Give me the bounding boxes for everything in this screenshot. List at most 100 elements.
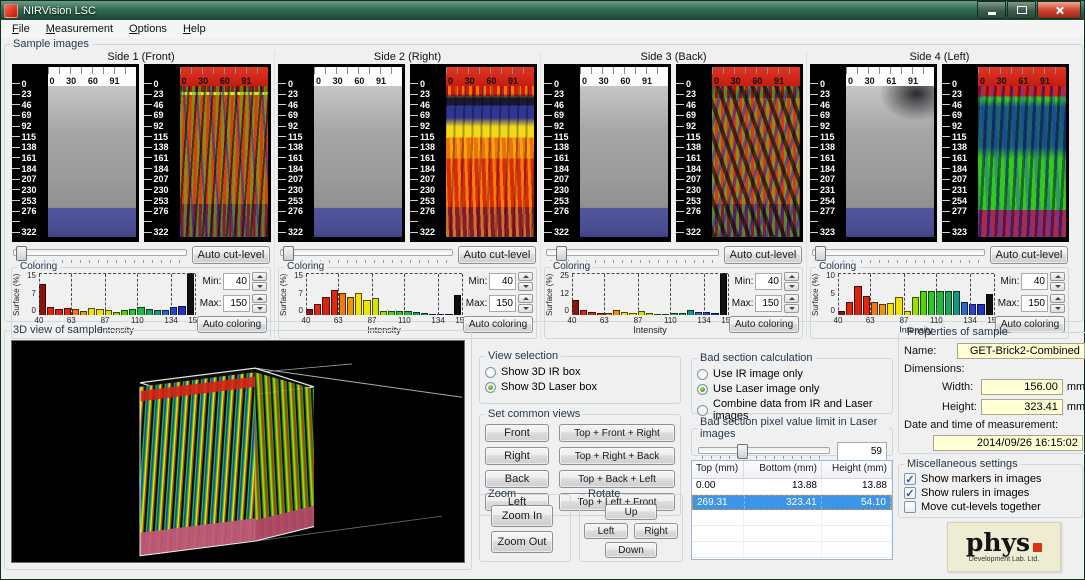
min-intensity-1-up-button[interactable] [252, 272, 267, 281]
ruler-tick: 322 [12, 228, 47, 237]
table-header-1[interactable]: Top (mm) [692, 461, 744, 478]
view-top-front-right-button[interactable]: Top + Front + Right [559, 424, 675, 442]
view-front-button[interactable]: Front [485, 424, 549, 442]
rotate-up-button[interactable]: Up [605, 504, 657, 520]
view-back-button[interactable]: Back [485, 470, 549, 488]
height-field[interactable]: 323.41 [981, 399, 1063, 415]
laser-image-4[interactable] [978, 86, 1066, 237]
bad-limit-slider[interactable] [697, 444, 831, 460]
minimize-button[interactable] [977, 1, 1006, 19]
ir-image-1[interactable] [48, 86, 136, 237]
slider-thumb[interactable] [16, 246, 27, 261]
ruler-tick: 92 [12, 122, 47, 131]
max-intensity-4-field[interactable]: 150 [1021, 295, 1048, 312]
table-empty-row[interactable] [692, 558, 892, 560]
view-selection-option-1[interactable]: Show 3D IR box [485, 366, 675, 378]
auto-cut-level-button-2[interactable]: Auto cut-level [458, 246, 536, 264]
min-intensity-2-up-button[interactable] [518, 272, 533, 281]
auto-coloring-button-3[interactable]: Auto coloring [729, 316, 799, 333]
3d-canvas[interactable] [11, 340, 465, 563]
bad-limit-value[interactable]: 59 [837, 442, 887, 461]
max-intensity-2-up-button[interactable] [518, 294, 533, 303]
zoom-in-button[interactable]: Zoom In [491, 505, 553, 527]
misc-checkbox-1[interactable]: ✓Show markers in images [904, 473, 1077, 485]
ruler-tick [676, 217, 711, 226]
auto-cut-level-button-1[interactable]: Auto cut-level [192, 246, 270, 264]
table-empty-row[interactable] [692, 510, 892, 526]
min-intensity-4-down-button[interactable] [1050, 282, 1065, 291]
rotate-left-button[interactable]: Left [584, 523, 628, 539]
min-intensity-1-down-button[interactable] [252, 282, 267, 291]
max-intensity-1-field[interactable]: 150 [223, 295, 250, 312]
histogram-bar [986, 294, 993, 315]
view-top-back-left-button[interactable]: Top + Back + Left [559, 470, 675, 488]
rotate-down-button[interactable]: Down [605, 542, 657, 558]
zoom-out-button[interactable]: Zoom Out [491, 531, 553, 553]
vertical-ruler: 023466992115138161184207230253276322 [410, 79, 445, 237]
max-intensity-4-up-button[interactable] [1050, 294, 1065, 303]
laser-image-3[interactable] [712, 86, 800, 237]
table-empty-row[interactable] [692, 542, 892, 558]
width-field[interactable]: 156.00 [981, 379, 1063, 395]
menu-file[interactable]: File [4, 22, 38, 36]
max-intensity-2-down-button[interactable] [518, 304, 533, 313]
view-top-right-back-button[interactable]: Top + Right + Back [559, 447, 675, 465]
laser-image-2[interactable] [446, 86, 534, 237]
table-row[interactable]: 269.31323.4154.10 [692, 495, 892, 510]
auto-cut-level-button-3[interactable]: Auto cut-level [724, 246, 802, 264]
ir-image-2[interactable] [314, 86, 402, 237]
min-intensity-1-field[interactable]: 40 [223, 273, 250, 290]
max-intensity-1-down-button[interactable] [252, 304, 267, 313]
view-selection-option-2[interactable]: Show 3D Laser box [485, 381, 675, 393]
laser-image-1[interactable] [180, 86, 268, 237]
view-right-button[interactable]: Right [485, 447, 549, 465]
min-intensity-3-up-button[interactable] [784, 272, 799, 281]
menu-options[interactable]: Options [121, 22, 175, 36]
max-intensity-3-down-button[interactable] [784, 304, 799, 313]
maximize-button[interactable] [1007, 1, 1036, 19]
max-intensity-3-up-button[interactable] [784, 294, 799, 303]
min-intensity-2-down-button[interactable] [518, 282, 533, 291]
rotate-right-button[interactable]: Right [634, 523, 678, 539]
bad-section-option-1[interactable]: Use IR image only [697, 368, 887, 380]
menu-help[interactable]: Help [175, 22, 214, 36]
slider-thumb[interactable] [283, 246, 294, 261]
close-button[interactable] [1037, 1, 1081, 19]
auto-coloring-button-2[interactable]: Auto coloring [463, 316, 533, 333]
ruler-label: 91 [376, 76, 386, 86]
misc-checkbox-2[interactable]: ✓Show rulers in images [904, 487, 1077, 499]
ruler-tick: 23 [278, 90, 313, 99]
max-intensity-2-field[interactable]: 150 [489, 295, 516, 312]
ir-image-3[interactable] [580, 86, 668, 237]
min-intensity-3-down-button[interactable] [784, 282, 799, 291]
table-header-3[interactable]: Height (mm) [822, 461, 892, 478]
table-empty-row[interactable] [692, 526, 892, 542]
horizontal-ruler: 0306091 [446, 67, 534, 86]
name-field[interactable]: GET-Brick2-Combined [957, 343, 1085, 359]
table-row[interactable]: 0.0013.8813.88 [692, 479, 892, 495]
max-intensity-3-field[interactable]: 150 [755, 295, 782, 312]
slider-thumb[interactable] [556, 246, 567, 261]
3d-sample-box [12, 341, 464, 562]
menu-measurement[interactable]: Measurement [38, 22, 121, 36]
min-intensity-3-field[interactable]: 40 [755, 273, 782, 290]
auto-cut-level-button-4[interactable]: Auto cut-level [990, 246, 1068, 264]
table-header-2[interactable]: Bottom (mm) [744, 461, 822, 478]
bad-section-table[interactable]: Top (mm)Bottom (mm)Height (mm)0.0013.881… [691, 460, 893, 560]
table-cell [692, 542, 744, 557]
date-field[interactable]: 2014/09/26 16:15:02 [933, 435, 1083, 451]
table-cell [744, 558, 822, 560]
histogram-bar [613, 310, 620, 315]
misc-checkbox-3[interactable]: Move cut-levels together [904, 501, 1077, 513]
max-intensity-1-up-button[interactable] [252, 294, 267, 303]
bad-section-option-2[interactable]: Use Laser image only [697, 383, 887, 395]
ruler-tick: 115 [544, 132, 579, 141]
ir-image-4[interactable] [846, 86, 934, 237]
slider-thumb[interactable] [815, 246, 826, 261]
min-intensity-2-field[interactable]: 40 [489, 273, 516, 290]
ruler-tick: 92 [810, 122, 845, 131]
min-intensity-4-field[interactable]: 40 [1021, 273, 1048, 290]
surface-histogram: Surface (%)25120406387110134151Intensity [546, 271, 730, 335]
max-intensity-4-down-button[interactable] [1050, 304, 1065, 313]
min-intensity-4-up-button[interactable] [1050, 272, 1065, 281]
